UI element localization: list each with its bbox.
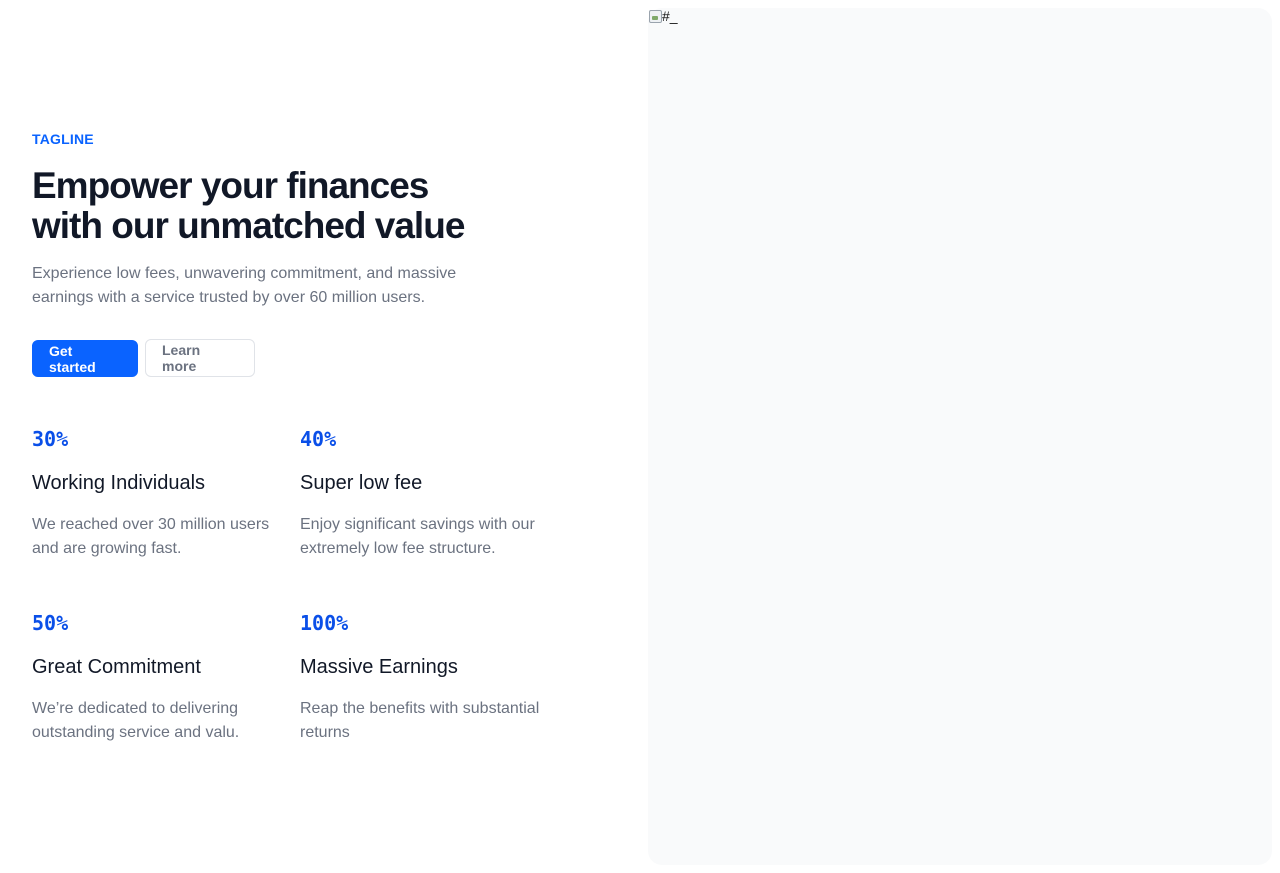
image-alt-text: #_	[662, 8, 678, 24]
page-title: Empower your finances with our unmatched…	[32, 166, 552, 246]
stat-value: 30%	[32, 427, 69, 451]
stat-value: 50%	[32, 611, 69, 635]
stat-super-low-fee: 40% Super low fee Enjoy significant savi…	[300, 427, 550, 561]
stat-title: Super low fee	[300, 472, 423, 494]
stat-title: Massive Earnings	[300, 656, 458, 678]
broken-image: #_	[648, 8, 678, 24]
tagline: TAGLINE	[32, 131, 94, 147]
broken-image-icon	[648, 8, 662, 24]
headline-line-2: with our unmatched value	[32, 205, 465, 246]
stat-description: We reached over 30 million users and are…	[32, 516, 270, 557]
stat-description: Enjoy significant savings with our extre…	[300, 516, 535, 557]
stat-value: 40%	[300, 427, 337, 451]
stat-description: Reap the benefits with substantial retur…	[300, 700, 540, 741]
stat-description: We’re dedicated to delivering outstandin…	[32, 700, 240, 741]
page: TAGLINE Empower your finances with our u…	[0, 0, 1280, 873]
cta-group: Get started Learn more	[32, 339, 255, 377]
stat-great-commitment: 50% Great Commitment We’re dedicated to …	[32, 611, 282, 745]
get-started-button[interactable]: Get started	[32, 340, 138, 377]
stat-value: 100%	[300, 611, 349, 635]
stat-working-individuals: 30% Working Individuals We reached over …	[32, 427, 282, 561]
stat-massive-earnings: 100% Massive Earnings Reap the benefits …	[300, 611, 550, 745]
stat-title: Great Commitment	[32, 656, 201, 678]
hero-description: Experience low fees, unwavering commitme…	[32, 265, 457, 306]
stat-title: Working Individuals	[32, 472, 206, 494]
hero-image-panel: #_	[648, 8, 1272, 865]
headline-line-1: Empower your finances	[32, 165, 429, 206]
learn-more-button[interactable]: Learn more	[145, 339, 255, 377]
